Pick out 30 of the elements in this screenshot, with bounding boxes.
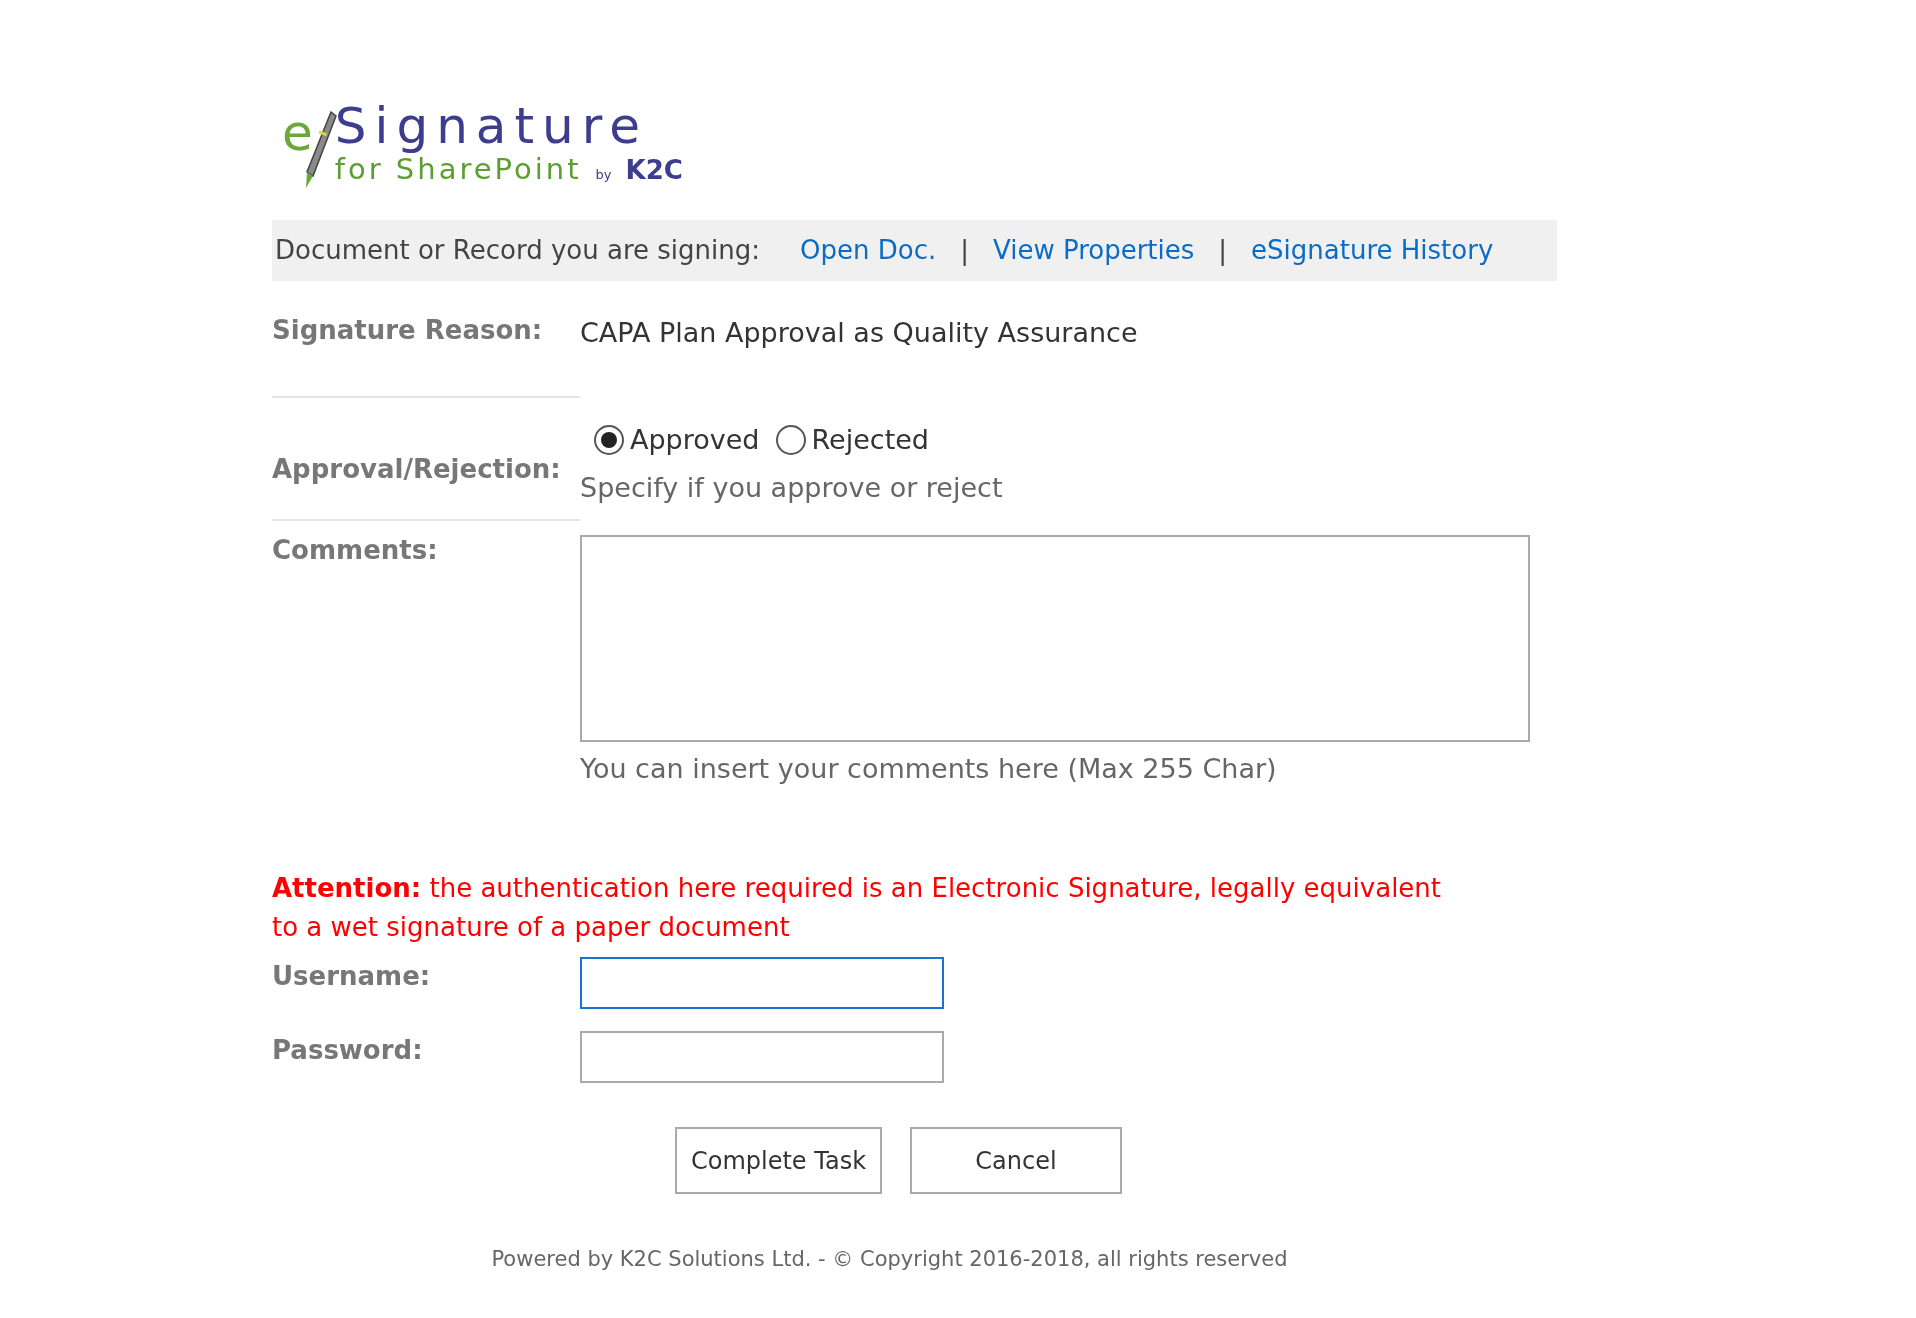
hint-text: You can insert your comments here (Max 255 Char) <box>580 751 1278 786</box>
separator: | <box>1218 234 1228 268</box>
field-label: Signature Reason: <box>272 314 544 347</box>
password-field[interactable] <box>580 1031 944 1083</box>
field-label: Approval/Rejection: <box>272 452 562 486</box>
radio-button[interactable] <box>594 424 624 455</box>
logo-subtitle: for SharePoint <box>334 155 582 184</box>
username-field[interactable] <box>580 957 944 1009</box>
document-label: Document or Record you are signing: <box>275 234 760 267</box>
logo-by: by <box>595 166 612 184</box>
attention-text: Attention: the authentication here required is an Electronic Signature, legally equivalent to a wet signature of a paper document <box>272 872 1443 944</box>
signature-reason: CAPA Plan Approval as Quality Assurance <box>580 316 1138 350</box>
footer-text: Powered by K2C Solutions Ltd. - © Copyright 2016-2018, all rights reserved <box>490 1246 1289 1273</box>
document-link[interactable]: View Properties <box>992 231 1195 270</box>
field-label: Comments: <box>272 533 439 567</box>
logo-letter: e <box>282 108 313 158</box>
separator: | <box>960 234 969 268</box>
action-button[interactable]: Cancel <box>910 1127 1122 1194</box>
radio-option[interactable]: Rejected <box>775 419 929 460</box>
document-link[interactable]: eSignature History <box>1251 231 1494 270</box>
field-label: Username: <box>272 960 432 993</box>
radio-button[interactable] <box>775 424 806 455</box>
radio-option[interactable]: Approved <box>594 419 760 460</box>
document-link[interactable]: Open Doc. <box>800 231 937 270</box>
action-button[interactable]: Complete Task <box>675 1127 882 1194</box>
field-label: Password: <box>272 1034 424 1067</box>
hint-text: Specify if you approve or reject <box>580 471 1003 505</box>
comments-field[interactable] <box>580 534 1530 742</box>
logo-brand: K2C <box>625 154 683 187</box>
logo-title: Signature <box>334 101 649 151</box>
